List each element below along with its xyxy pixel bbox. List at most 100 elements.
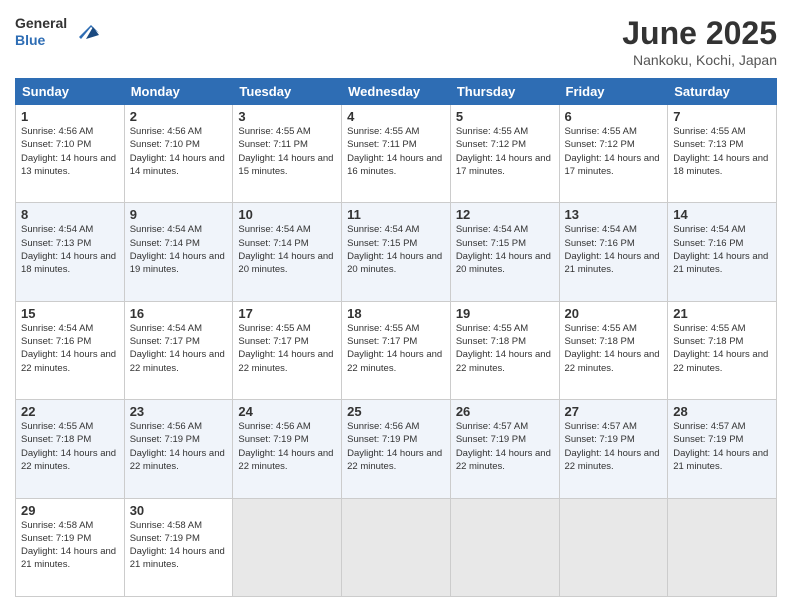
table-row: 5 Sunrise: 4:55 AM Sunset: 7:12 PM Dayli… [450,105,559,203]
day-info: Sunrise: 4:55 AM Sunset: 7:13 PM Dayligh… [673,125,771,178]
table-row: 15 Sunrise: 4:54 AM Sunset: 7:16 PM Dayl… [16,301,125,399]
calendar-week-5: 29 Sunrise: 4:58 AM Sunset: 7:19 PM Dayl… [16,498,777,596]
day-info: Sunrise: 4:55 AM Sunset: 7:18 PM Dayligh… [565,322,663,375]
day-number: 5 [456,109,554,124]
table-row: 10 Sunrise: 4:54 AM Sunset: 7:14 PM Dayl… [233,203,342,301]
table-row: 23 Sunrise: 4:56 AM Sunset: 7:19 PM Dayl… [124,400,233,498]
calendar-week-1: 1 Sunrise: 4:56 AM Sunset: 7:10 PM Dayli… [16,105,777,203]
day-info: Sunrise: 4:54 AM Sunset: 7:16 PM Dayligh… [565,223,663,276]
day-number: 30 [130,503,228,518]
header: General Blue June 2025 Nankoku, Kochi, J… [15,15,777,68]
page: General Blue June 2025 Nankoku, Kochi, J… [0,0,792,612]
day-number: 20 [565,306,663,321]
day-info: Sunrise: 4:55 AM Sunset: 7:11 PM Dayligh… [238,125,336,178]
table-row: 16 Sunrise: 4:54 AM Sunset: 7:17 PM Dayl… [124,301,233,399]
table-row: 17 Sunrise: 4:55 AM Sunset: 7:17 PM Dayl… [233,301,342,399]
day-number: 23 [130,404,228,419]
day-number: 28 [673,404,771,419]
day-info: Sunrise: 4:54 AM Sunset: 7:15 PM Dayligh… [456,223,554,276]
day-info: Sunrise: 4:55 AM Sunset: 7:18 PM Dayligh… [21,420,119,473]
day-info: Sunrise: 4:57 AM Sunset: 7:19 PM Dayligh… [456,420,554,473]
day-number: 3 [238,109,336,124]
table-row: 7 Sunrise: 4:55 AM Sunset: 7:13 PM Dayli… [668,105,777,203]
day-number: 21 [673,306,771,321]
col-sunday: Sunday [16,79,125,105]
logo: General Blue [15,15,101,49]
day-number: 27 [565,404,663,419]
table-row: 13 Sunrise: 4:54 AM Sunset: 7:16 PM Dayl… [559,203,668,301]
day-info: Sunrise: 4:55 AM Sunset: 7:12 PM Dayligh… [565,125,663,178]
calendar-week-4: 22 Sunrise: 4:55 AM Sunset: 7:18 PM Dayl… [16,400,777,498]
table-row [450,498,559,596]
day-info: Sunrise: 4:58 AM Sunset: 7:19 PM Dayligh… [21,519,119,572]
table-row: 12 Sunrise: 4:54 AM Sunset: 7:15 PM Dayl… [450,203,559,301]
table-row: 21 Sunrise: 4:55 AM Sunset: 7:18 PM Dayl… [668,301,777,399]
table-row: 20 Sunrise: 4:55 AM Sunset: 7:18 PM Dayl… [559,301,668,399]
day-number: 4 [347,109,445,124]
month-title: June 2025 [622,15,777,52]
table-row: 8 Sunrise: 4:54 AM Sunset: 7:13 PM Dayli… [16,203,125,301]
table-row: 2 Sunrise: 4:56 AM Sunset: 7:10 PM Dayli… [124,105,233,203]
col-thursday: Thursday [450,79,559,105]
title-block: June 2025 Nankoku, Kochi, Japan [622,15,777,68]
col-wednesday: Wednesday [342,79,451,105]
table-row: 25 Sunrise: 4:56 AM Sunset: 7:19 PM Dayl… [342,400,451,498]
table-row: 14 Sunrise: 4:54 AM Sunset: 7:16 PM Dayl… [668,203,777,301]
logo-blue: Blue [15,32,67,49]
day-info: Sunrise: 4:58 AM Sunset: 7:19 PM Dayligh… [130,519,228,572]
table-row: 18 Sunrise: 4:55 AM Sunset: 7:17 PM Dayl… [342,301,451,399]
calendar-table: Sunday Monday Tuesday Wednesday Thursday… [15,78,777,597]
day-info: Sunrise: 4:55 AM Sunset: 7:11 PM Dayligh… [347,125,445,178]
day-number: 26 [456,404,554,419]
day-info: Sunrise: 4:55 AM Sunset: 7:17 PM Dayligh… [347,322,445,375]
logo-general: General [15,15,67,32]
table-row: 29 Sunrise: 4:58 AM Sunset: 7:19 PM Dayl… [16,498,125,596]
table-row: 1 Sunrise: 4:56 AM Sunset: 7:10 PM Dayli… [16,105,125,203]
day-info: Sunrise: 4:54 AM Sunset: 7:13 PM Dayligh… [21,223,119,276]
calendar-week-2: 8 Sunrise: 4:54 AM Sunset: 7:13 PM Dayli… [16,203,777,301]
table-row [559,498,668,596]
table-row: 6 Sunrise: 4:55 AM Sunset: 7:12 PM Dayli… [559,105,668,203]
table-row: 24 Sunrise: 4:56 AM Sunset: 7:19 PM Dayl… [233,400,342,498]
col-saturday: Saturday [668,79,777,105]
table-row: 19 Sunrise: 4:55 AM Sunset: 7:18 PM Dayl… [450,301,559,399]
day-info: Sunrise: 4:56 AM Sunset: 7:10 PM Dayligh… [130,125,228,178]
day-info: Sunrise: 4:56 AM Sunset: 7:19 PM Dayligh… [130,420,228,473]
day-number: 8 [21,207,119,222]
day-info: Sunrise: 4:54 AM Sunset: 7:17 PM Dayligh… [130,322,228,375]
table-row: 9 Sunrise: 4:54 AM Sunset: 7:14 PM Dayli… [124,203,233,301]
day-info: Sunrise: 4:55 AM Sunset: 7:18 PM Dayligh… [673,322,771,375]
day-number: 1 [21,109,119,124]
calendar-week-3: 15 Sunrise: 4:54 AM Sunset: 7:16 PM Dayl… [16,301,777,399]
col-tuesday: Tuesday [233,79,342,105]
calendar-header-row: Sunday Monday Tuesday Wednesday Thursday… [16,79,777,105]
table-row [342,498,451,596]
day-number: 12 [456,207,554,222]
day-info: Sunrise: 4:55 AM Sunset: 7:12 PM Dayligh… [456,125,554,178]
day-number: 10 [238,207,336,222]
day-info: Sunrise: 4:55 AM Sunset: 7:18 PM Dayligh… [456,322,554,375]
table-row: 27 Sunrise: 4:57 AM Sunset: 7:19 PM Dayl… [559,400,668,498]
day-info: Sunrise: 4:54 AM Sunset: 7:14 PM Dayligh… [238,223,336,276]
day-info: Sunrise: 4:57 AM Sunset: 7:19 PM Dayligh… [565,420,663,473]
table-row: 22 Sunrise: 4:55 AM Sunset: 7:18 PM Dayl… [16,400,125,498]
table-row: 30 Sunrise: 4:58 AM Sunset: 7:19 PM Dayl… [124,498,233,596]
day-info: Sunrise: 4:54 AM Sunset: 7:15 PM Dayligh… [347,223,445,276]
day-info: Sunrise: 4:56 AM Sunset: 7:10 PM Dayligh… [21,125,119,178]
day-number: 13 [565,207,663,222]
day-number: 11 [347,207,445,222]
day-number: 25 [347,404,445,419]
col-friday: Friday [559,79,668,105]
day-info: Sunrise: 4:56 AM Sunset: 7:19 PM Dayligh… [347,420,445,473]
day-number: 6 [565,109,663,124]
day-info: Sunrise: 4:57 AM Sunset: 7:19 PM Dayligh… [673,420,771,473]
day-number: 17 [238,306,336,321]
logo-icon [71,17,101,47]
day-number: 19 [456,306,554,321]
table-row: 26 Sunrise: 4:57 AM Sunset: 7:19 PM Dayl… [450,400,559,498]
table-row: 3 Sunrise: 4:55 AM Sunset: 7:11 PM Dayli… [233,105,342,203]
day-info: Sunrise: 4:54 AM Sunset: 7:16 PM Dayligh… [21,322,119,375]
table-row: 4 Sunrise: 4:55 AM Sunset: 7:11 PM Dayli… [342,105,451,203]
day-number: 2 [130,109,228,124]
col-monday: Monday [124,79,233,105]
